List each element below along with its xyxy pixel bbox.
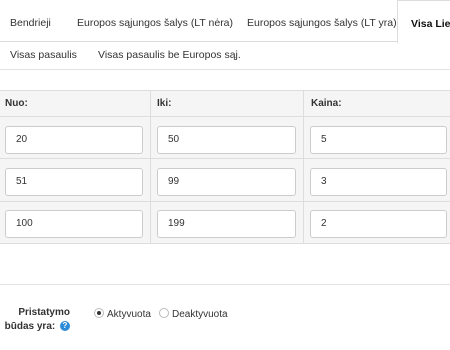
column-divider xyxy=(303,91,304,243)
tab-bendrieji[interactable]: Bendrieji xyxy=(10,0,51,42)
column-header-nuo: Nuo: xyxy=(5,98,28,109)
tab-visa-lietuva[interactable]: Visa Lietuva xyxy=(397,0,450,43)
tab-bar-primary: Bendrieji Europos sąjungos šalys (LT nėr… xyxy=(0,0,450,43)
from-input[interactable]: 20 xyxy=(5,126,143,154)
price-range-table: Nuo: Iki: Kaina: 20 50 5 51 99 3 100 199… xyxy=(0,90,450,244)
row-divider xyxy=(0,201,450,202)
radio-label-aktyvuota[interactable]: Aktyvuota xyxy=(107,309,151,321)
delivery-label-line1: Pristatymo xyxy=(18,307,70,318)
row-divider xyxy=(0,158,450,159)
tab-eu-lt-yra[interactable]: Europos sąjungos šalys (LT yra) xyxy=(247,0,397,42)
column-header-iki: Iki: xyxy=(157,98,172,109)
section-divider xyxy=(0,284,450,285)
tab-visas-pasaulis-be-es[interactable]: Visas pasaulis be Europos sąj. xyxy=(98,42,241,70)
price-input[interactable]: 5 xyxy=(310,126,447,154)
column-divider xyxy=(150,91,151,243)
delivery-status-label: Pristatymo būdas yra: ? xyxy=(0,306,70,334)
radio-label-deaktyvuota[interactable]: Deaktyvuota xyxy=(172,309,228,321)
question-circle-icon[interactable]: ? xyxy=(60,321,70,332)
row-divider xyxy=(0,116,450,117)
delivery-label-line2: būdas yra: xyxy=(4,321,56,332)
radio-deaktyvuota[interactable] xyxy=(159,308,169,318)
tab-visas-pasaulis[interactable]: Visas pasaulis xyxy=(10,42,77,70)
to-input[interactable]: 99 xyxy=(157,168,296,196)
from-input[interactable]: 51 xyxy=(5,168,143,196)
radio-aktyvuota[interactable] xyxy=(94,308,104,318)
price-input[interactable]: 2 xyxy=(310,210,447,238)
tab-eu-lt-nera[interactable]: Europos sąjungos šalys (LT nėra) xyxy=(77,0,233,42)
from-input[interactable]: 100 xyxy=(5,210,143,238)
to-input[interactable]: 199 xyxy=(157,210,296,238)
price-input[interactable]: 3 xyxy=(310,168,447,196)
tab-bar-secondary: Visas pasaulis Visas pasaulis be Europos… xyxy=(0,42,450,70)
to-input[interactable]: 50 xyxy=(157,126,296,154)
column-header-kaina: Kaina: xyxy=(311,98,342,109)
